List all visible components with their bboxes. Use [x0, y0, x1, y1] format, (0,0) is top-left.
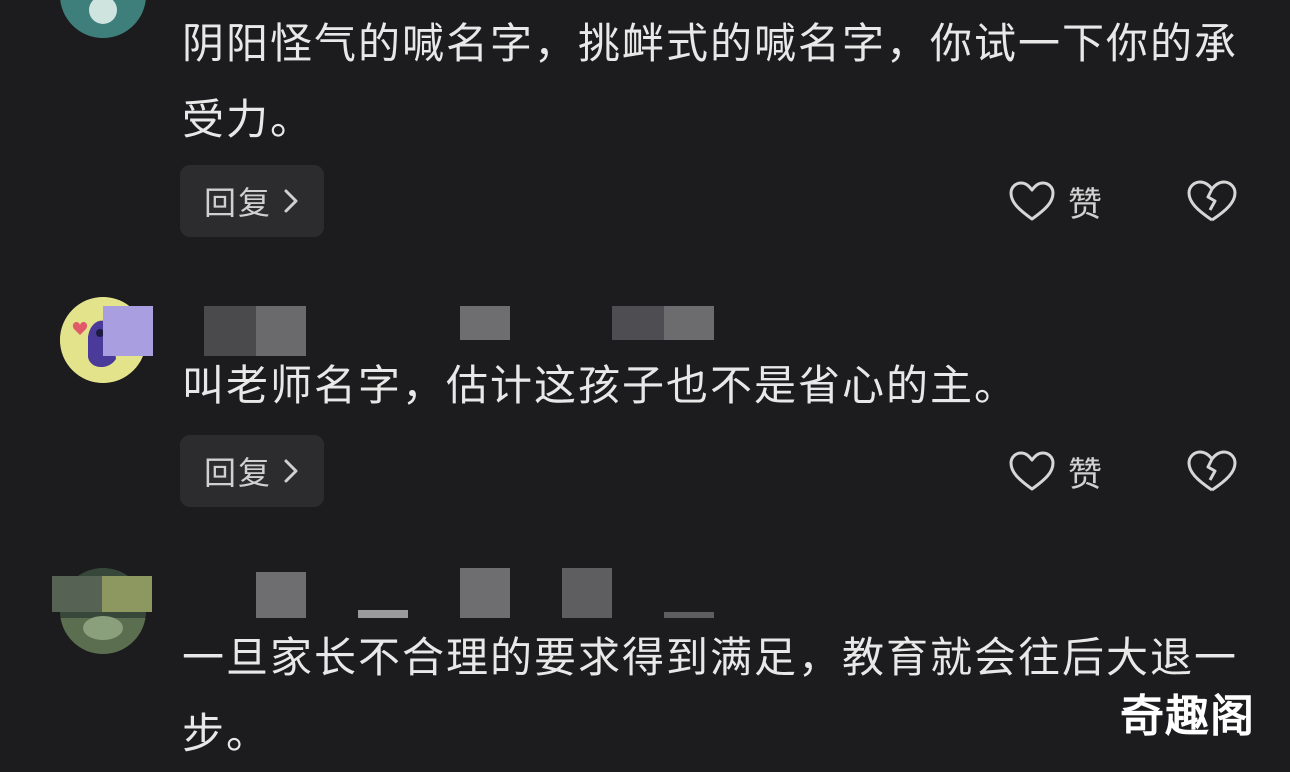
- chevron-right-icon: [284, 189, 298, 213]
- avatar-redacted: [102, 576, 152, 612]
- like-label: 赞: [1068, 184, 1102, 225]
- broken-heart-icon: [1187, 180, 1237, 222]
- heart-icon: [1009, 451, 1055, 491]
- username-redacted: [358, 610, 408, 618]
- comment-3: 一旦家长不合理的要求得到满足，教育就会往后大退一步。: [0, 560, 1290, 763]
- comment-text: 叫老师名字，估计这孩子也不是省心的主。: [182, 361, 1019, 410]
- like-button[interactable]: 赞: [1008, 435, 1102, 507]
- reply-label: 回复: [203, 454, 272, 492]
- username-redacted: [664, 306, 714, 340]
- username-redacted: [103, 306, 153, 356]
- username-redacted: [460, 306, 510, 340]
- reply-label: 回复: [203, 184, 272, 222]
- chevron-right-icon: [284, 459, 298, 483]
- username-redacted: [612, 306, 664, 340]
- like-button[interactable]: 赞: [1008, 165, 1102, 237]
- reply-button[interactable]: 回复: [180, 165, 324, 237]
- reply-button[interactable]: 回复: [180, 435, 324, 507]
- watermark: 奇趣阁: [1120, 691, 1255, 742]
- dislike-button[interactable]: [1186, 165, 1238, 237]
- broken-heart-icon: [1187, 450, 1237, 492]
- heart-icon: [1009, 181, 1055, 221]
- username-redacted: [664, 612, 714, 618]
- comment-1: 阴阳怪气的喊名字，挑衅式的喊名字，你试一下你的承受力。 回复 赞: [0, 0, 1290, 250]
- username-redacted: [460, 568, 510, 618]
- username-redacted: [562, 568, 612, 618]
- like-label: 赞: [1068, 454, 1102, 495]
- comment-2: 叫老师名字，估计这孩子也不是省心的主。 回复 赞: [0, 290, 1290, 520]
- dislike-button[interactable]: [1186, 435, 1238, 507]
- avatar[interactable]: [60, 0, 146, 38]
- avatar-redacted: [52, 576, 102, 612]
- comment-text: 阴阳怪气的喊名字，挑衅式的喊名字，你试一下你的承受力。: [182, 19, 1239, 144]
- username-redacted: [256, 572, 306, 618]
- comment-text: 一旦家长不合理的要求得到满足，教育就会往后大退一步。: [182, 633, 1239, 758]
